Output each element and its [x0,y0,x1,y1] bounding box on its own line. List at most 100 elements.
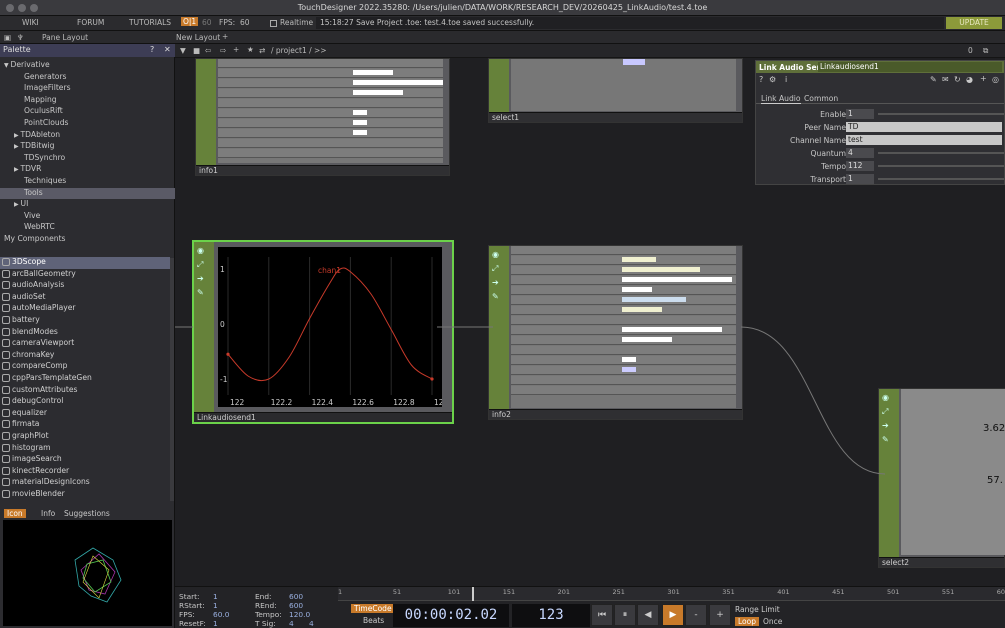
param-transport-slider[interactable] [878,178,1004,180]
component-list-item[interactable]: audioAnalysis [0,280,170,292]
step-plus-icon[interactable]: + [709,604,731,626]
palette-tree-item[interactable]: ▶ UI [0,199,175,211]
component-scrollbar[interactable] [170,258,174,501]
component-list-item[interactable]: blendModes [0,327,170,339]
param-op-name[interactable]: Linkaudiosend1 [818,62,1002,72]
component-list-item[interactable]: firmata [0,419,170,431]
time-display[interactable]: 00:00:02.02 [393,604,509,627]
info-icon[interactable]: i [785,75,787,84]
component-list-item[interactable]: customAttributes [0,385,170,397]
once-button[interactable]: Once [763,617,782,626]
component-list-item[interactable]: equalizer [0,408,170,420]
tab-suggestions[interactable]: Suggestions [64,509,110,518]
pane-layout-button[interactable]: Pane Layout [42,33,88,42]
component-list-item[interactable]: movieBlender [0,489,170,501]
end-value[interactable]: 600 [289,592,303,601]
palette-tree-item[interactable]: PointClouds [0,118,175,130]
component-list-item[interactable]: autoMediaPlayer [0,303,170,315]
tab-link-audio[interactable]: Link Audio [761,94,801,104]
tab-info[interactable]: Info [41,509,55,518]
component-list-item[interactable]: audioSet [0,292,170,304]
python-icon[interactable]: ⚙ [769,75,776,84]
image-icon[interactable]: ▣ [4,33,11,42]
palette-tree-item[interactable]: ▼ Derivative [0,60,175,72]
fps-value[interactable]: 60.0 [213,610,229,619]
component-list-item[interactable]: debugControl [0,396,170,408]
component-list-item[interactable]: arcBallGeometry [0,269,170,281]
playhead[interactable] [472,587,474,601]
param-tempo-slider[interactable] [878,165,1004,167]
play-icon[interactable]: ▶ [662,604,684,626]
palette-tree-item[interactable]: ▶ TDBitwig [0,141,175,153]
realtime-checkbox[interactable] [270,20,277,27]
param-enable-value[interactable]: 1 [846,109,874,119]
frame-display[interactable]: 123 [512,604,590,627]
forum-button[interactable]: FORUM [77,18,104,27]
param-peer-name-field[interactable]: TD [846,122,1002,132]
param-channel-name-field[interactable]: test [846,135,1002,145]
palette-tree-item[interactable]: ▶ TDAbleton [0,130,175,142]
component-list-item[interactable]: graphPlot [0,431,170,443]
oi-indicator[interactable]: O|1 [181,17,199,26]
close-icon[interactable]: ✕ [164,45,171,54]
rend-value[interactable]: 600 [289,601,303,610]
edit-icon[interactable]: ✎ [930,75,937,84]
palette-tree-item[interactable]: Vive [0,211,175,223]
help-icon[interactable]: ? [150,45,154,54]
component-list-item[interactable]: histogram [0,443,170,455]
component-list-item[interactable]: 3DScope [0,257,170,269]
component-list-item[interactable]: materialDesignIcons [0,477,170,489]
param-enable-slider[interactable] [878,113,1004,115]
add-icon[interactable]: + [980,74,987,83]
color-icon[interactable]: ◕ [966,75,973,84]
refresh-icon[interactable]: ↻ [954,75,961,84]
palette-tree-item[interactable]: ImageFilters [0,83,175,95]
tab-common[interactable]: Common [804,94,838,103]
param-tempo-value[interactable]: 112 [846,161,874,171]
tab-icon[interactable]: Icon [4,509,26,518]
tsig-numerator[interactable]: 4 [289,619,294,628]
timeline-ruler[interactable]: 151101151201251301351401451501551600 [338,587,1005,601]
param-quantum-value[interactable]: 4 [846,148,874,158]
wiki-button[interactable]: WIKI [22,18,39,27]
new-layout-button[interactable]: New Layout [176,33,220,42]
palette-tree-item[interactable]: Mapping [0,95,175,107]
network-editor[interactable]: ▼ ■ ⇦ ⇨ + ★ ⇄ / project1 / >> 0 ⧉ info1 [175,44,1005,586]
component-list-item[interactable]: chromaKey [0,350,170,362]
component-list-item[interactable]: compareComp [0,361,170,373]
tsig-denominator[interactable]: 4 [309,619,314,628]
component-list-item[interactable]: cppParsTemplateGen [0,373,170,385]
palette-tree-item[interactable]: Techniques [0,176,175,188]
comment-icon[interactable]: ✉ [942,75,949,84]
start-value[interactable]: 1 [213,592,218,601]
palette-tree-item[interactable]: Generators [0,72,175,84]
target-icon[interactable]: ◎ [992,75,999,84]
step-back-icon[interactable]: ◀ [637,604,659,626]
loop-button[interactable]: Loop [735,617,759,626]
update-button[interactable]: UPDATE [946,17,1002,29]
palette-tree-item[interactable]: WebRTC [0,222,175,234]
component-list-item[interactable]: cameraViewport [0,338,170,350]
network-icon[interactable]: ♆ [17,33,24,42]
component-list-item[interactable]: kinectRecorder [0,466,170,478]
param-quantum-slider[interactable] [878,152,1004,154]
component-list-item[interactable]: imageSearch [0,454,170,466]
add-layout-button[interactable]: + [222,32,228,41]
tutorials-button[interactable]: TUTORIALS [129,18,171,27]
palette-tree-item[interactable]: OculusRift [0,106,175,118]
palette-tree-item[interactable]: Tools [0,187,175,200]
timecode-toggle[interactable]: TimeCode [351,604,395,613]
help-icon[interactable]: ? [759,75,763,84]
rstart-value[interactable]: 1 [213,601,218,610]
palette-tree-item[interactable]: ▶ TDVR [0,164,175,176]
palette-tree-item[interactable]: My Components [0,234,175,246]
tempo-value[interactable]: 120.0 [289,610,310,619]
beats-toggle[interactable]: Beats [363,616,384,625]
resetf-value[interactable]: 1 [213,619,218,628]
rewind-icon[interactable]: ⏮ [591,604,613,626]
palette-tree-item[interactable]: TDSynchro [0,153,175,165]
step-minus-icon[interactable]: - [685,604,707,626]
component-list-item[interactable]: battery [0,315,170,327]
pause-icon[interactable]: ⏸ [614,604,636,626]
param-transport-value[interactable]: 1 [846,174,874,184]
